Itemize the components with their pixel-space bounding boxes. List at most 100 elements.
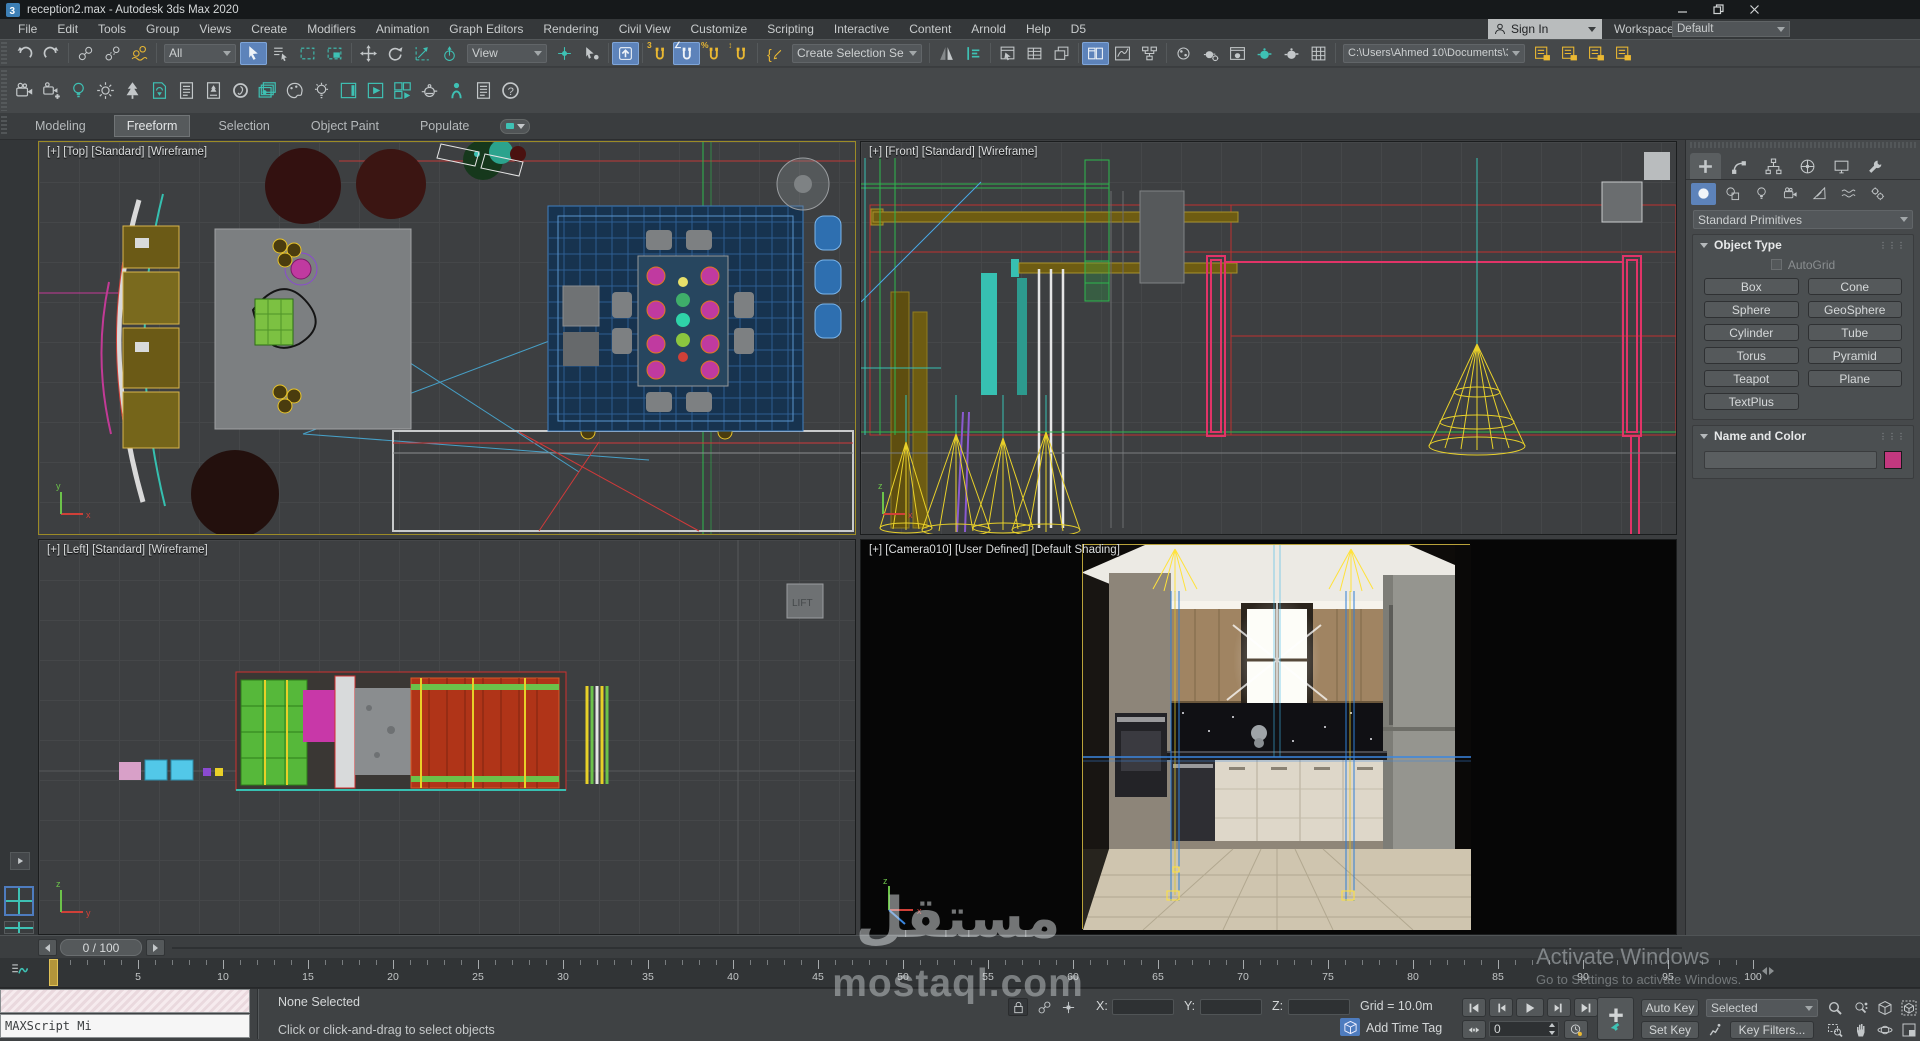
use-pivot-point-center-icon[interactable]: [551, 42, 578, 65]
current-frame-marker[interactable]: [49, 959, 58, 986]
pan-hand-icon[interactable]: [1848, 1019, 1873, 1040]
project-folder-dropdown[interactable]: C:\Users\Ahmed 10\Documents\3ds Max 2020: [1343, 44, 1525, 63]
previous-frame-step-button[interactable]: [1489, 998, 1513, 1017]
render-setup-icon[interactable]: [1197, 42, 1224, 65]
category-dropdown[interactable]: Standard Primitives: [1693, 210, 1913, 229]
object-type-sphere[interactable]: Sphere: [1704, 301, 1799, 318]
viewport-front-label[interactable]: [+] [Front] [Standard] [Wireframe]: [869, 146, 1037, 158]
add-time-tag-label[interactable]: Add Time Tag: [1366, 1021, 1442, 1035]
menu-views[interactable]: Views: [189, 19, 241, 39]
viewport-camera-label[interactable]: [+] [Camera010] [User Defined] [Default …: [869, 544, 1120, 556]
select-and-move-icon[interactable]: [355, 42, 382, 65]
maxscript-mini-listener[interactable]: MAXScript Mi: [0, 1014, 250, 1038]
object-type-geosphere[interactable]: GeoSphere: [1808, 301, 1903, 318]
menu-rendering[interactable]: Rendering: [533, 19, 608, 39]
select-and-place-icon[interactable]: [436, 42, 463, 65]
minimize-button[interactable]: [1664, 0, 1700, 18]
script-sheet-icon[interactable]: [470, 75, 497, 106]
select-object-icon[interactable]: [240, 42, 267, 65]
undo-icon[interactable]: [11, 42, 38, 65]
go-to-start-button[interactable]: [1462, 998, 1486, 1017]
zoom-icon[interactable]: [1822, 997, 1847, 1018]
ribbon-grip[interactable]: [1, 116, 7, 136]
menu-group[interactable]: Group: [136, 19, 189, 39]
menu-create[interactable]: Create: [241, 19, 297, 39]
zoom-extents-all-icon[interactable]: [1896, 997, 1920, 1018]
y-coordinate-field[interactable]: [1200, 999, 1262, 1015]
bind-to-space-warp-icon[interactable]: [126, 42, 153, 65]
toggle-scene-explorer-icon[interactable]: [994, 42, 1021, 65]
viewport-top-label[interactable]: [+] [Top] [Standard] [Wireframe]: [47, 146, 207, 158]
menu-modifiers[interactable]: Modifiers: [297, 19, 366, 39]
x-coordinate-field[interactable]: [1112, 999, 1174, 1015]
object-type-textplus[interactable]: TextPlus: [1704, 393, 1799, 410]
tab-modify[interactable]: [1724, 153, 1755, 179]
next-frame-button[interactable]: [146, 939, 165, 956]
tab-display[interactable]: [1826, 153, 1857, 179]
trackbar-end-arrows[interactable]: [1762, 967, 1774, 975]
time-slider-value[interactable]: 0 / 100: [60, 939, 142, 956]
material-editor-icon[interactable]: [1170, 42, 1197, 65]
select-and-scale-icon[interactable]: [409, 42, 436, 65]
menu-animation[interactable]: Animation: [366, 19, 439, 39]
render-preset-icon[interactable]: [146, 75, 173, 106]
replace-scene-icon[interactable]: [1583, 42, 1610, 65]
viewport-camera[interactable]: [+] [Camera010] [User Defined] [Default …: [860, 539, 1677, 935]
geometry-icon[interactable]: [1691, 183, 1716, 205]
viewport-left[interactable]: [+] [Left] [Standard] [Wireframe] LIFT y…: [38, 539, 856, 935]
render-iterative-icon[interactable]: [1278, 42, 1305, 65]
menu-help[interactable]: Help: [1016, 19, 1061, 39]
ribbon-tab-freeform[interactable]: Freeform: [114, 115, 191, 137]
align-icon[interactable]: [960, 42, 987, 65]
layout-flyout-arrow[interactable]: [10, 852, 30, 870]
tab-utilities[interactable]: [1860, 153, 1891, 179]
zoom-region-icon[interactable]: [1822, 1019, 1847, 1040]
render-production-icon[interactable]: [1251, 42, 1278, 65]
light-lister-icon[interactable]: [308, 75, 335, 106]
zoom-all-icon[interactable]: [1848, 997, 1873, 1018]
xref-scene-icon[interactable]: [1610, 42, 1637, 65]
zoom-extents-icon[interactable]: [1872, 997, 1897, 1018]
populate-person-icon[interactable]: [443, 75, 470, 106]
close-button[interactable]: [1736, 0, 1772, 18]
help-circle-icon[interactable]: [497, 75, 524, 106]
object-name-field[interactable]: [1704, 451, 1877, 469]
create-light-icon[interactable]: [65, 75, 92, 106]
z-coordinate-field[interactable]: [1288, 999, 1350, 1015]
ribbon-minimize-button[interactable]: [500, 119, 530, 134]
render-teapot-icon[interactable]: [416, 75, 443, 106]
fire-effect-icon[interactable]: [227, 75, 254, 106]
import-scene-icon[interactable]: [1529, 42, 1556, 65]
rectangular-selection-region-icon[interactable]: [294, 42, 321, 65]
next-frame-step-button[interactable]: [1547, 998, 1571, 1017]
ribbon-tab-selection[interactable]: Selection: [205, 115, 282, 137]
object-color-swatch[interactable]: [1884, 451, 1902, 469]
helpers-icon[interactable]: [1807, 183, 1832, 205]
current-frame-field[interactable]: 0: [1489, 1021, 1559, 1037]
menu-civil-view[interactable]: Civil View: [609, 19, 681, 39]
sign-in-button[interactable]: Sign In: [1488, 19, 1602, 39]
create-camera-from-view-icon[interactable]: [38, 75, 65, 106]
select-and-rotate-icon[interactable]: [382, 42, 409, 65]
previous-frame-button[interactable]: [38, 939, 57, 956]
toolbar-grip[interactable]: [1, 70, 7, 111]
forest-list-icon[interactable]: [173, 75, 200, 106]
autogrid-checkbox[interactable]: [1771, 259, 1782, 270]
workspace-dropdown[interactable]: Default: [1672, 21, 1790, 37]
viewport-layout-tab-active[interactable]: [4, 886, 34, 916]
shapes-icon[interactable]: [1720, 183, 1745, 205]
open-autobackup-icon[interactable]: [1305, 42, 1332, 65]
ribbon-tab-object-paint[interactable]: Object Paint: [298, 115, 392, 137]
schematic-view-icon[interactable]: [1136, 42, 1163, 65]
selection-filter-dropdown[interactable]: All: [164, 44, 236, 63]
redo-icon[interactable]: [38, 42, 65, 65]
systems-icon[interactable]: [1865, 183, 1890, 205]
keyboard-shortcut-override-icon[interactable]: [612, 42, 639, 65]
ribbon-tab-populate[interactable]: Populate: [407, 115, 482, 137]
ram-player-icon[interactable]: [362, 75, 389, 106]
viewport-layout-tab[interactable]: [4, 921, 34, 934]
panel-grip[interactable]: [1690, 142, 1916, 148]
lights-icon[interactable]: [1749, 183, 1774, 205]
menu-edit[interactable]: Edit: [47, 19, 88, 39]
percent-snap-toggle-icon[interactable]: %: [700, 42, 727, 65]
